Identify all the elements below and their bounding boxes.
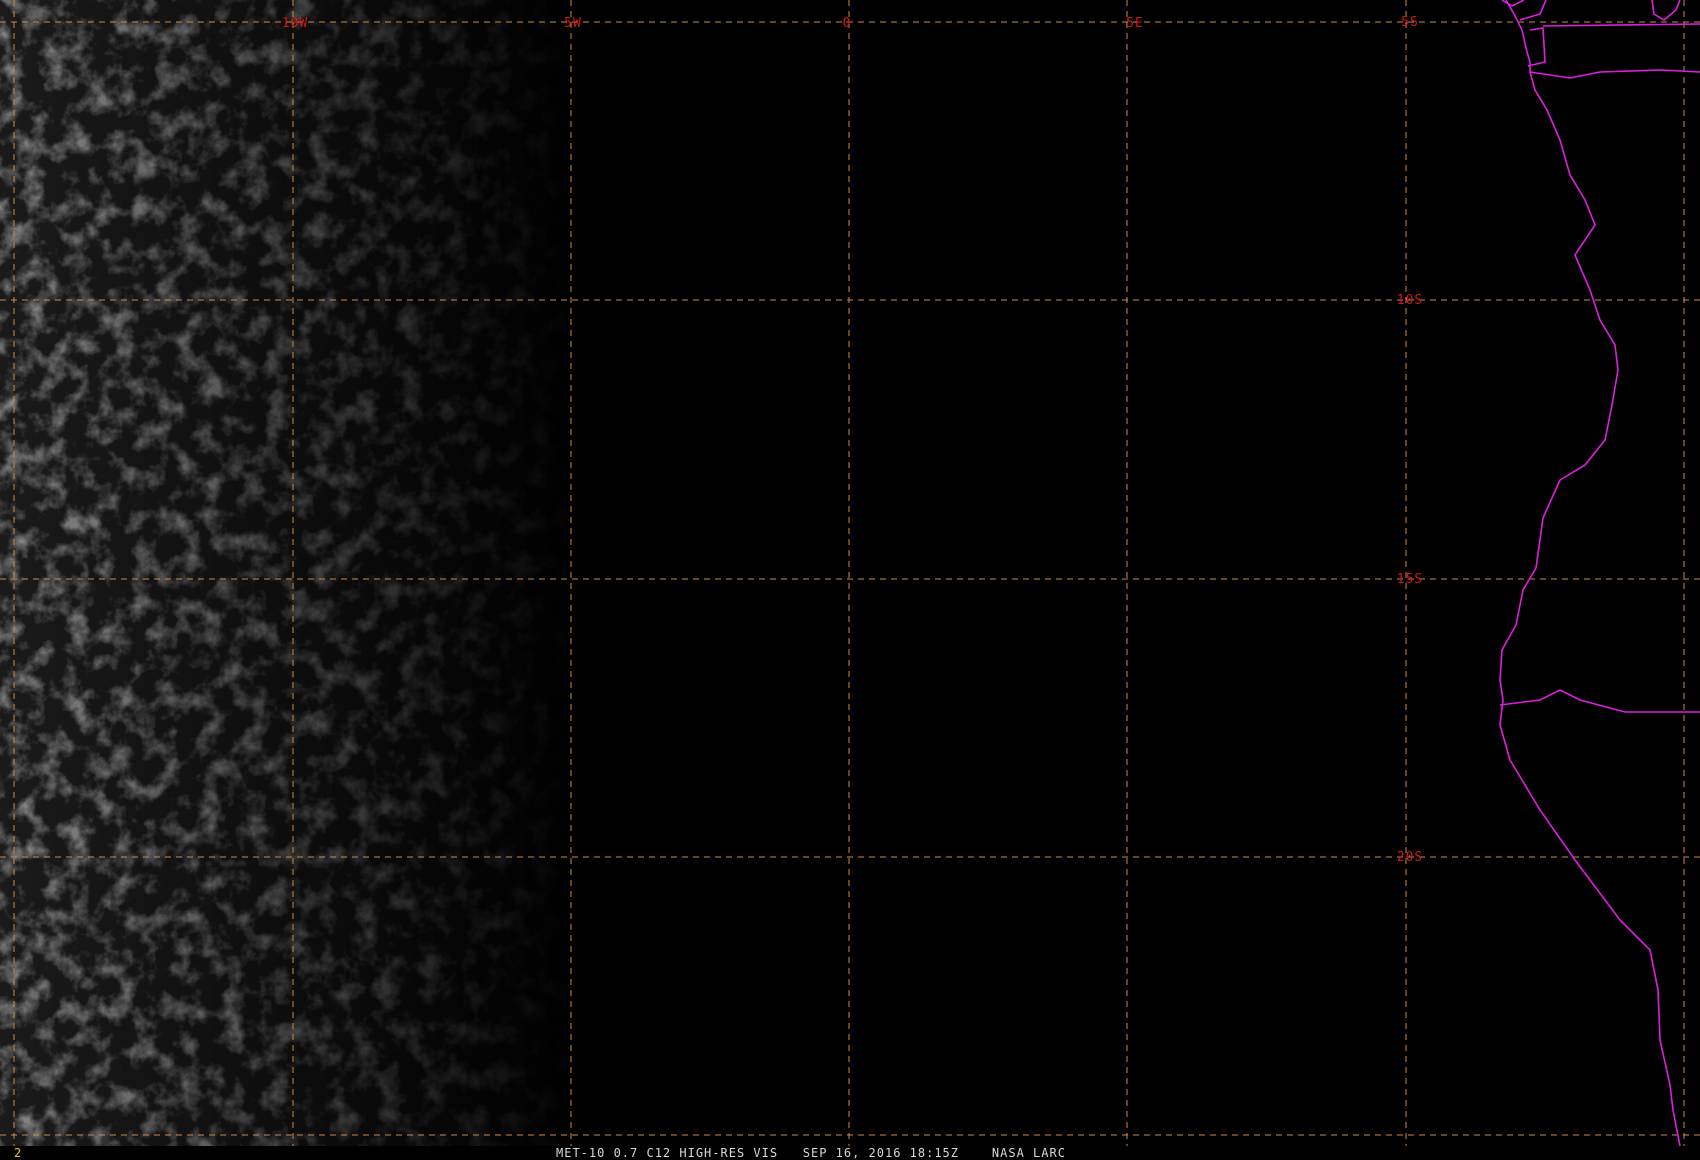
longitude-label: 10W [282,16,308,31]
border-angola-drc [1529,69,1700,79]
longitude-label: 5W [564,16,582,31]
longitude-label: 5E [1126,16,1144,31]
cloud-imagery [0,0,580,1146]
border-angola-namibia [1499,689,1700,713]
longitude-label: 0 [843,16,852,31]
image-caption: MET-10 0.7 C12 HIGH-RES VIS SEP 16, 2016… [556,1146,1066,1160]
frame-number: 2 [14,1146,22,1160]
satellite-image-viewer: 10W 5W 0 5E 5S 10S 15S 20S 2 MET-10 0.7 C12 HIG… [0,0,1700,1160]
coastline-africa [1499,0,1700,1146]
satellite-map: 10W 5W 0 5E 5S 10S 15S 20S [0,0,1700,1146]
latitude-label: 15S [1397,572,1423,587]
status-bar: 2 MET-10 0.7 C12 HIGH-RES VIS SEP 16, 20… [0,1146,1700,1160]
latitude-label: 5S [1401,15,1419,30]
border-congo-north [1542,23,1700,27]
latitude-label: 20S [1397,850,1423,865]
africa-coastline [1499,0,1681,1146]
latitude-label: 10S [1397,293,1423,308]
